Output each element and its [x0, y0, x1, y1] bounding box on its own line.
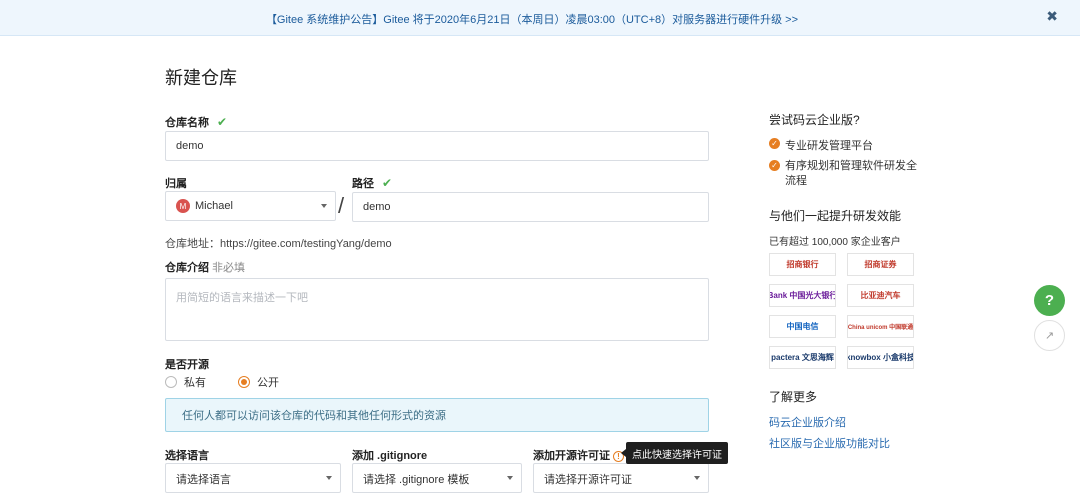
enterprise-try-title: 尝试码云企业版? [769, 113, 860, 127]
path-input[interactable]: demo [352, 192, 709, 222]
page-title: 新建仓库 [165, 68, 237, 88]
private-radio[interactable] [165, 376, 177, 388]
private-label[interactable]: 私有 [184, 374, 206, 390]
owner-label: 归属 [165, 178, 187, 190]
path-separator: / [338, 193, 345, 218]
close-icon[interactable]: ✖ [1046, 8, 1058, 25]
check-icon: ✔ [382, 176, 393, 190]
announcement-text[interactable]: 【Gitee 系统维护公告】Gitee 将于2020年6月21日（本周日）凌晨0… [0, 11, 1064, 27]
logo-knowbox: knowbox 小盒科技 [847, 346, 914, 369]
language-select[interactable]: 请选择语言 [165, 463, 341, 493]
owner-select[interactable]: M Michael [165, 191, 336, 221]
share-button[interactable]: ↗ [1034, 320, 1065, 351]
check-circle-icon: ✓ [769, 138, 780, 149]
intro-label: 仓库介绍 非必填 [165, 262, 245, 274]
announcement-banner: 【Gitee 系统维护公告】Gitee 将于2020年6月21日（本周日）凌晨0… [0, 0, 1080, 36]
logo-cmb: 招商银行 [769, 253, 836, 276]
help-button[interactable]: ? [1034, 285, 1065, 316]
chevron-down-icon [507, 476, 513, 480]
public-info-box: 任何人都可以访问该仓库的代码和其他任何形式的资源 [165, 398, 709, 432]
chevron-down-icon [321, 204, 327, 208]
license-tooltip: 点此快速选择许可证 [621, 442, 728, 464]
check-circle-icon: ✓ [769, 160, 780, 171]
check-icon: ✔ [217, 115, 228, 129]
gitignore-label: 添加 .gitignore [352, 450, 428, 462]
repo-name-label: 仓库名称 ✔ [165, 115, 228, 129]
repo-name-input[interactable]: demo [165, 131, 709, 161]
feature-item: ✓ 专业研发管理平台 [769, 137, 873, 153]
license-label: 添加开源许可证! [533, 447, 624, 463]
feature-item: ✓ 有序规划和管理软件研发全 流程 [769, 159, 917, 189]
enterprise-intro-link[interactable]: 码云企业版介绍 [769, 414, 846, 430]
public-label[interactable]: 公开 [257, 374, 279, 390]
public-radio[interactable] [238, 376, 250, 388]
logo-china-unicom: China unicom 中国联通 [847, 315, 914, 338]
learn-more-title: 了解更多 [769, 390, 818, 404]
logo-byd: 比亚迪汽车 [847, 284, 914, 307]
logo-cms: 招商证券 [847, 253, 914, 276]
logo-pactera: pactera 文思海辉 [769, 346, 836, 369]
repo-address: 仓库地址：https://gitee.com/testingYang/demo [165, 238, 392, 250]
customer-count: 已有超过 100,000 家企业客户 [769, 237, 901, 248]
compare-link[interactable]: 社区版与企业版功能对比 [769, 435, 890, 451]
logo-ceb: Bank 中国光大银行 [769, 284, 836, 307]
chevron-down-icon [694, 476, 700, 480]
avatar: M [176, 199, 190, 213]
path-label: 路径 ✔ [352, 176, 393, 190]
language-label: 选择语言 [165, 450, 209, 462]
chevron-down-icon [326, 476, 332, 480]
logo-china-telecom: 中国电信 [769, 315, 836, 338]
visibility-radio-group: 私有 公开 [165, 374, 311, 390]
gitignore-select[interactable]: 请选择 .gitignore 模板 [352, 463, 522, 493]
license-select[interactable]: 请选择开源许可证 [533, 463, 709, 493]
together-title: 与他们一起提升研发效能 [769, 209, 902, 223]
open-source-label: 是否开源 [165, 359, 209, 371]
intro-textarea[interactable]: 用简短的语言来描述一下吧 [165, 278, 709, 341]
